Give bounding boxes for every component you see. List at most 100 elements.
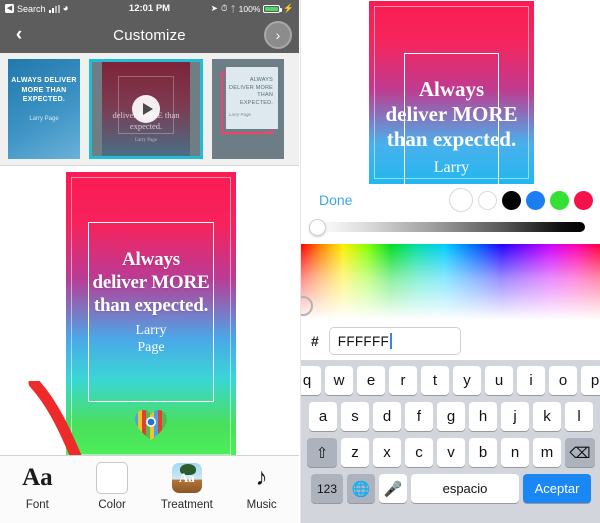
key-h[interactable]: h <box>469 402 497 431</box>
chevron-left-icon[interactable]: ◀ <box>5 4 14 13</box>
thumbnail-author: Larry Page <box>229 112 252 117</box>
key-x[interactable]: x <box>373 438 401 467</box>
text-cursor <box>390 333 393 349</box>
swatch-white[interactable] <box>478 190 497 210</box>
accept-key[interactable]: Aceptar <box>523 474 591 503</box>
brightness-slider-knob[interactable] <box>309 219 326 236</box>
space-key[interactable]: espacio <box>411 474 519 503</box>
key-k[interactable]: k <box>533 402 561 431</box>
font-aa-icon: Aa <box>22 464 53 491</box>
key-t[interactable]: t <box>421 366 449 395</box>
brightness-slider[interactable] <box>317 222 585 232</box>
color-picker-screen: Always deliver MORE than expected. Larry… <box>300 0 600 523</box>
thumbnail-card: ALWAYS DELIVER MORE THAN EXPECTED. Larry… <box>226 67 278 129</box>
status-bar-left: ◀ Search ◕ <box>5 3 69 14</box>
page-title: Customize <box>113 26 186 44</box>
treatment-image-icon: Aa <box>171 463 202 493</box>
lightning-bolt-icon: ⚡ <box>283 3 294 13</box>
template-thumbnail-blue-gradient[interactable]: ALWAYS DELIVER MORE THAN EXPECTED. Larry… <box>8 59 80 159</box>
alarm-icon: ⏱ <box>220 3 228 13</box>
author-line-1: Larry <box>135 323 167 338</box>
quote-line-2: deliver MORE <box>385 102 518 126</box>
key-z[interactable]: z <box>341 438 369 467</box>
numbers-key[interactable]: 123 <box>311 474 343 503</box>
toolbar-item-color[interactable]: Color <box>75 462 150 511</box>
quote-line-3: than expected. <box>386 127 517 151</box>
swatch-green[interactable] <box>550 190 569 210</box>
template-thumbnail-strip[interactable]: ALWAYS DELIVER MORE THAN EXPECTED. Larry… <box>0 53 299 166</box>
play-icon[interactable] <box>132 95 160 123</box>
quote-line-1: Always <box>418 77 485 101</box>
hue-saturation-gradient[interactable] <box>301 244 600 320</box>
microphone-icon[interactable]: 🎤 <box>379 474 407 503</box>
key-e[interactable]: e <box>357 366 385 395</box>
swatch-white-selected[interactable] <box>449 188 473 212</box>
nav-next-button[interactable]: › <box>264 21 292 49</box>
nav-bar: ‹ Customize › <box>0 17 299 53</box>
key-j[interactable]: j <box>501 402 529 431</box>
key-a[interactable]: a <box>309 402 337 431</box>
key-m[interactable]: m <box>533 438 561 467</box>
quote-preview-card-cropped[interactable]: Always deliver MORE than expected. Larry <box>369 1 534 184</box>
key-d[interactable]: d <box>373 402 401 431</box>
color-picker-header: Done <box>301 184 600 216</box>
key-y[interactable]: y <box>453 366 481 395</box>
key-q[interactable]: q <box>301 366 321 395</box>
battery-full-icon <box>263 4 283 13</box>
saturation-overlay <box>301 244 600 320</box>
backspace-delete-icon[interactable]: ⌫ <box>565 438 595 467</box>
shift-up-arrow-icon[interactable]: ⇧ <box>307 438 337 467</box>
hex-color-input[interactable]: FFFFFF <box>328 327 461 355</box>
app-screenshot: ◀ Search ◕ 12:01 PM ➤ ⏱ ᛏ 100% ⚡ ‹ Custo… <box>0 0 600 523</box>
key-f[interactable]: f <box>405 402 433 431</box>
key-s[interactable]: s <box>341 402 369 431</box>
hex-input-value: FFFFFF <box>337 333 390 349</box>
key-w[interactable]: w <box>325 366 353 395</box>
key-u[interactable]: u <box>485 366 513 395</box>
preview-area: Always deliver MORE than expected. Larry… <box>0 166 299 489</box>
preview-quote-text: Always deliver MORE than expected. <box>371 77 532 152</box>
toolbar-label-color: Color <box>98 499 126 511</box>
quote-line-3: than expected. <box>93 295 209 316</box>
thumbnail-author: Larry Page <box>29 116 59 122</box>
key-i[interactable]: i <box>517 366 545 395</box>
keyboard-row-2: a s d f g h j k l <box>304 402 598 431</box>
preview-author-text: Larry <box>433 159 470 176</box>
key-o[interactable]: o <box>549 366 577 395</box>
location-arrow-icon: ➤ <box>210 3 218 13</box>
toolbar-item-treatment[interactable]: Aa Treatment <box>150 462 225 511</box>
hex-input-row: # FFFFFF <box>301 322 600 360</box>
key-p[interactable]: p <box>581 366 600 395</box>
key-l[interactable]: l <box>565 402 593 431</box>
status-bar: ◀ Search ◕ 12:01 PM ➤ ⏱ ᛏ 100% ⚡ <box>0 0 299 17</box>
key-n[interactable]: n <box>501 438 529 467</box>
toolbar-item-font[interactable]: Aa Font <box>0 462 75 511</box>
globe-language-icon[interactable]: 🌐 <box>347 474 375 503</box>
toolbar-item-music[interactable]: ♪ Music <box>224 462 299 512</box>
on-screen-keyboard[interactable]: q w e r t y u i o p a s d f g h j k l ⇧ … <box>301 360 600 523</box>
color-swatch-icon[interactable] <box>96 462 129 494</box>
key-g[interactable]: g <box>437 402 465 431</box>
bluetooth-icon: ᛏ <box>230 3 236 14</box>
toolbar-label-treatment: Treatment <box>160 499 213 511</box>
treatment-aa-glyph: Aa <box>178 470 195 485</box>
thumbnail-author: Larry Page <box>134 138 158 143</box>
key-r[interactable]: r <box>389 366 417 395</box>
template-thumbnail-gray-pink[interactable]: ALWAYS DELIVER MORE THAN EXPECTED. Larry… <box>212 59 284 159</box>
key-b[interactable]: b <box>469 438 497 467</box>
editor-toolbar: Aa Font Color Aa Treatment ♪ Music <box>0 455 299 523</box>
toolbar-label-music: Music <box>246 499 277 511</box>
thumbnail-quote: ALWAYS DELIVER MORE THAN EXPECTED. <box>229 77 273 106</box>
keyboard-row-4: 123 🌐 🎤 espacio Aceptar <box>304 474 598 503</box>
done-button[interactable]: Done <box>319 192 352 208</box>
keyboard-row-1: q w e r t y u i o p <box>301 366 600 395</box>
swatch-red[interactable] <box>574 190 593 210</box>
key-v[interactable]: v <box>437 438 465 467</box>
template-thumbnail-video-red[interactable]: deliver MORE than expected. Larry Page <box>89 59 203 159</box>
color-swatch-row[interactable] <box>449 188 593 212</box>
key-c[interactable]: c <box>405 438 433 467</box>
status-bar-back-label[interactable]: Search <box>17 4 46 14</box>
nav-back-button[interactable]: ‹ <box>0 25 38 46</box>
swatch-black[interactable] <box>502 190 521 210</box>
swatch-blue[interactable] <box>526 190 545 210</box>
